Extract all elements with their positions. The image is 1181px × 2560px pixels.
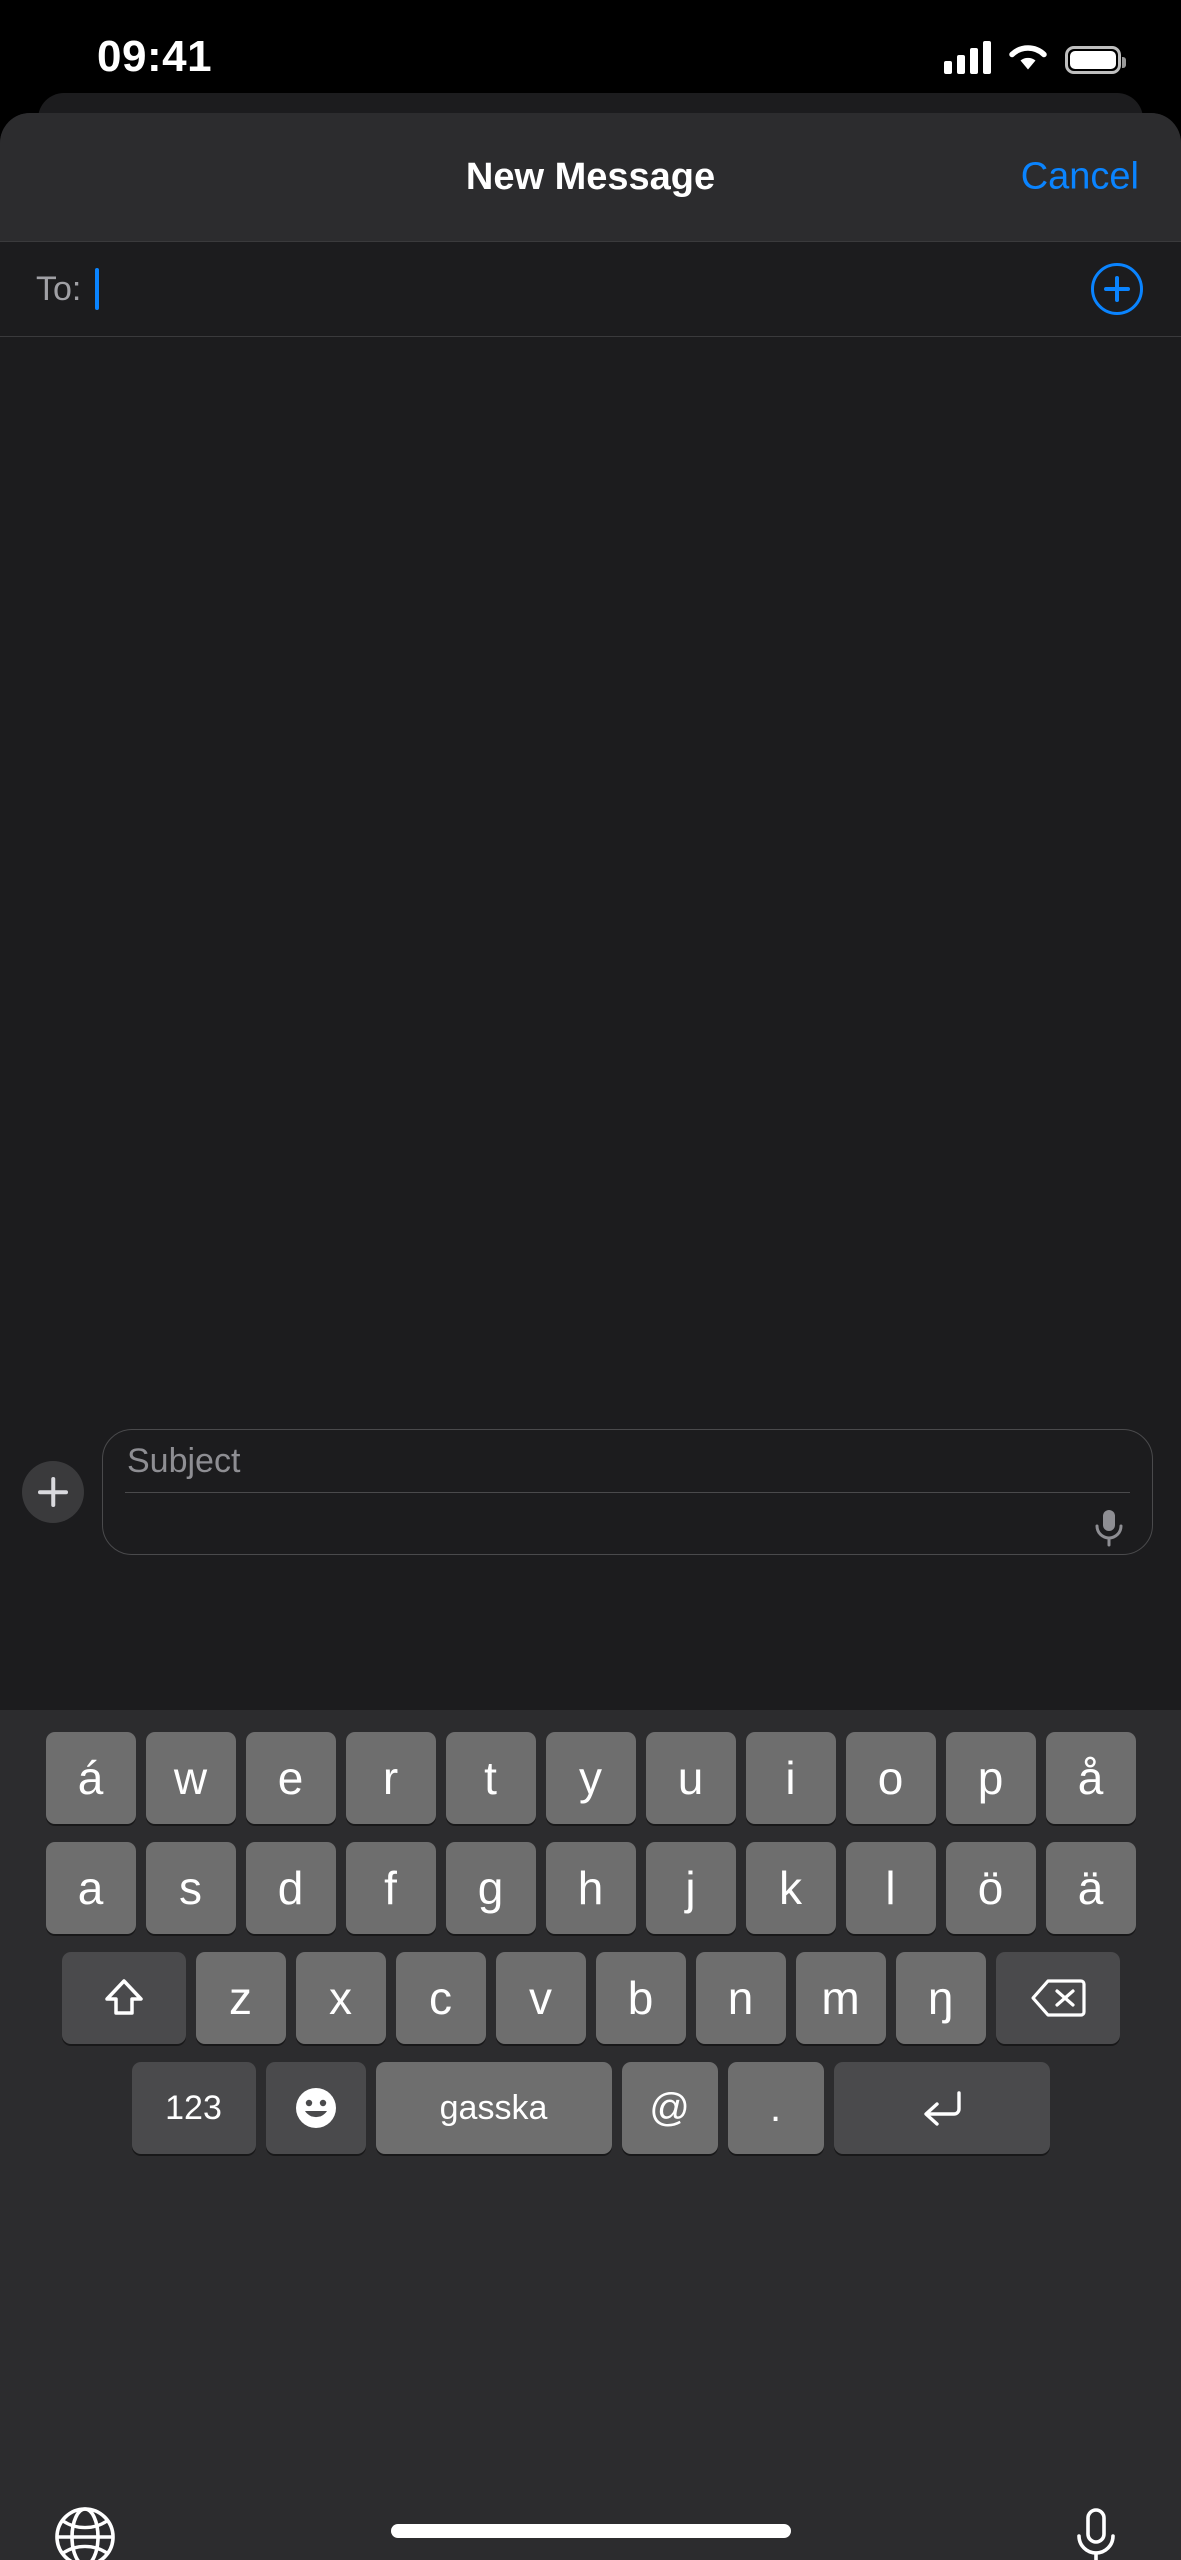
globe-icon[interactable] [48,2500,122,2560]
cancel-button[interactable]: Cancel [1021,156,1139,199]
key-o-umlaut[interactable]: ö [945,1842,1036,1934]
key-w[interactable]: w [145,1732,236,1824]
period-key[interactable]: . [727,2062,824,2154]
backspace-icon[interactable] [995,1952,1120,2044]
key-k[interactable]: k [745,1842,836,1934]
key-o[interactable]: o [845,1732,936,1824]
battery-icon [1065,46,1126,74]
home-indicator [390,2524,791,2538]
page-title: New Message [465,155,716,198]
on-screen-keyboard: á w e r t y u i o p å a s d f g h j k l … [0,1710,1181,2482]
plus-icon[interactable] [22,1461,84,1523]
keyboard-row-2: a s d f g h j k l ö ä [0,1842,1181,1934]
microphone-icon[interactable] [1092,1508,1126,1548]
return-arrow-icon[interactable] [833,2062,1050,2154]
key-g[interactable]: g [445,1842,536,1934]
to-label: To: [36,269,82,308]
wifi-icon [1007,42,1049,74]
key-l[interactable]: l [845,1842,936,1934]
key-eng[interactable]: ŋ [895,1952,986,2044]
key-p[interactable]: p [945,1732,1036,1824]
recipient-row[interactable]: To: [0,241,1181,337]
key-a[interactable]: a [45,1842,136,1934]
key-d[interactable]: d [245,1842,336,1934]
conversation-area [0,337,1181,1407]
at-key[interactable]: @ [621,2062,718,2154]
keyboard-bottom-bar [0,2482,1181,2560]
key-m[interactable]: m [795,1952,886,2044]
key-a-umlaut[interactable]: ä [1045,1842,1136,1934]
to-input[interactable] [99,242,1091,336]
key-s[interactable]: s [145,1842,236,1934]
key-z[interactable]: z [195,1952,286,2044]
key-v[interactable]: v [495,1952,586,2044]
key-t[interactable]: t [445,1732,536,1824]
key-u[interactable]: u [645,1732,736,1824]
subject-placeholder: Subject [127,1441,241,1480]
key-y[interactable]: y [545,1732,636,1824]
cellular-signal-icon [944,40,991,74]
new-message-sheet: New Message Cancel To: Subject á w e r t… [0,113,1181,2560]
key-n[interactable]: n [695,1952,786,2044]
key-a-ring[interactable]: å [1045,1732,1136,1824]
space-key[interactable]: gasska [375,2062,612,2154]
plus-circle-icon[interactable] [1091,263,1143,315]
key-c[interactable]: c [395,1952,486,2044]
status-bar: 09:41 [0,0,1181,108]
key-a-acute[interactable]: á [45,1732,136,1824]
key-e[interactable]: e [245,1732,336,1824]
numbers-key[interactable]: 123 [131,2062,256,2154]
message-composer: Subject [0,1407,1181,1577]
keyboard-row-3: z x c v b n m ŋ [0,1952,1181,2044]
key-h[interactable]: h [545,1842,636,1934]
key-f[interactable]: f [345,1842,436,1934]
shift-arrow-icon[interactable] [61,1952,186,2044]
iphone-screen: 09:41 New Message Cancel To: Subject á w… [0,0,1181,2560]
navigation-bar: New Message Cancel [0,113,1181,241]
message-body-input[interactable] [103,1493,1152,1554]
microphone-icon[interactable] [1059,2500,1133,2560]
keyboard-row-4: 123 gasska @ . [0,2062,1181,2154]
subject-input[interactable]: Subject [103,1430,1152,1492]
key-i[interactable]: i [745,1732,836,1824]
compose-input-capsule[interactable]: Subject [102,1429,1153,1555]
keyboard-row-1: á w e r t y u i o p å [0,1710,1181,1824]
key-b[interactable]: b [595,1952,686,2044]
key-r[interactable]: r [345,1732,436,1824]
status-bar-time: 09:41 [97,32,213,81]
key-j[interactable]: j [645,1842,736,1934]
smiley-face-icon[interactable] [265,2062,366,2154]
key-x[interactable]: x [295,1952,386,2044]
status-bar-indicators [944,34,1126,74]
